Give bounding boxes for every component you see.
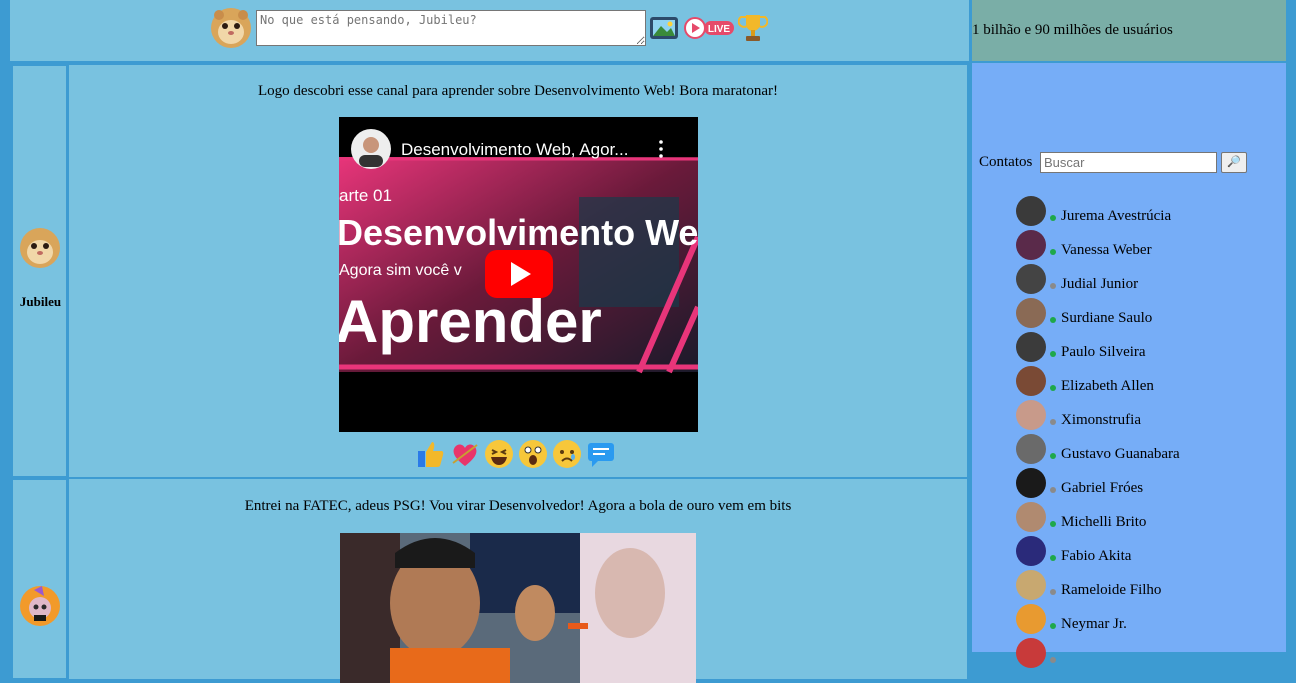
laugh-icon[interactable] — [484, 439, 514, 469]
online-status-icon — [1050, 351, 1056, 357]
contact-item[interactable]: Jurema Avestrúcia — [1016, 196, 1276, 230]
video-headline-1: Desenvolvimento Web — [339, 212, 698, 253]
sad-icon[interactable] — [552, 439, 582, 469]
contact-avatar — [1016, 196, 1046, 226]
contacts-search-input[interactable] — [1040, 152, 1217, 173]
post-photo[interactable] — [340, 533, 696, 683]
live-label: LIVE — [708, 24, 731, 35]
feed: Jubileu Logo descobri esse canal para ap… — [10, 63, 969, 683]
contact-avatar — [1016, 604, 1046, 634]
video-embed[interactable]: arte 01 Desenvolvimento Web Agora sim vo… — [339, 117, 698, 432]
offline-status-icon — [1050, 283, 1056, 289]
contact-item[interactable]: Paulo Silveira — [1016, 332, 1276, 366]
post-author-cell: Jubileu — [12, 65, 67, 477]
contact-item[interactable]: Ximonstrufia — [1016, 400, 1276, 434]
heart-icon[interactable] — [450, 439, 480, 469]
trophy-icon[interactable] — [738, 12, 768, 44]
like-icon[interactable] — [416, 439, 446, 469]
author-avatar[interactable] — [20, 586, 60, 626]
post-author-cell — [12, 479, 67, 679]
contact-name: Judial Junior — [1061, 276, 1139, 292]
user-count: 1 bilhão e 90 milhões de usuários — [972, 22, 1173, 38]
contact-name: Rameloide Filho — [1061, 582, 1162, 598]
video-title: Desenvolvimento Web, Agor... — [401, 140, 628, 159]
author-avatar[interactable] — [20, 228, 60, 268]
post-text: Logo descobri esse canal para aprender s… — [258, 83, 778, 99]
contact-name: Michelli Brito — [1061, 514, 1147, 530]
live-icon[interactable]: LIVE — [684, 17, 736, 39]
comment-icon[interactable] — [586, 439, 616, 469]
online-status-icon — [1050, 385, 1056, 391]
contact-name: Vanessa Weber — [1061, 242, 1152, 258]
online-status-icon — [1050, 521, 1056, 527]
post-content-cell: Entrei na FATEC, adeus PSG! Vou virar De… — [69, 479, 967, 683]
contact-name: Gabriel Fróes — [1061, 480, 1144, 496]
contact-avatar — [1016, 434, 1046, 464]
contact-item[interactable]: Rameloide Filho — [1016, 570, 1276, 604]
video-badge: arte 01 — [339, 186, 392, 205]
online-status-icon — [1050, 215, 1056, 221]
offline-status-icon — [1050, 589, 1056, 595]
post-text: Entrei na FATEC, adeus PSG! Vou virar De… — [244, 498, 792, 514]
contact-name: Ximonstrufia — [1061, 412, 1141, 428]
wow-icon[interactable] — [518, 439, 548, 469]
contact-item[interactable]: Surdiane Saulo — [1016, 298, 1276, 332]
photo-icon[interactable] — [649, 14, 681, 42]
post-content-cell: Logo descobri esse canal para aprender s… — [69, 65, 967, 477]
top-bar: LIVE — [10, 0, 969, 61]
online-status-icon — [1050, 249, 1056, 255]
reaction-bar — [416, 439, 626, 471]
video-headline-3: Aprender — [339, 288, 602, 355]
contact-avatar — [1016, 502, 1046, 532]
contact-name: Fabio Akita — [1061, 548, 1132, 564]
contact-item[interactable]: Michelli Brito — [1016, 502, 1276, 536]
contact-name: Surdiane Saulo — [1061, 310, 1153, 326]
online-status-icon — [1050, 453, 1056, 459]
contact-avatar — [1016, 366, 1046, 396]
contacts-label: Contatos — [979, 154, 1033, 170]
contact-item[interactable]: Vanessa Weber — [1016, 230, 1276, 264]
contact-item[interactable]: Elizabeth Allen — [1016, 366, 1276, 400]
contact-avatar — [1016, 264, 1046, 294]
contact-name: Paulo Silveira — [1061, 344, 1146, 360]
contact-item[interactable]: Judial Junior — [1016, 264, 1276, 298]
contact-name: Jurema Avestrúcia — [1061, 208, 1172, 224]
contacts-sidebar: Contatos 🔎 Jurema Avestrúcia Vanessa Webe… — [972, 63, 1286, 668]
contact-item[interactable] — [1016, 638, 1276, 672]
profile-avatar[interactable] — [211, 8, 251, 48]
offline-status-icon — [1050, 419, 1056, 425]
user-count-panel: 1 bilhão e 90 milhões de usuários — [972, 0, 1286, 61]
contact-item[interactable]: Neymar Jr. — [1016, 604, 1276, 638]
online-status-icon — [1050, 317, 1056, 323]
contact-avatar — [1016, 400, 1046, 430]
contact-avatar — [1016, 536, 1046, 566]
contact-avatar — [1016, 468, 1046, 498]
online-status-icon — [1050, 555, 1056, 561]
search-button[interactable]: 🔎 — [1221, 152, 1247, 173]
contact-avatar — [1016, 570, 1046, 600]
post: Entrei na FATEC, adeus PSG! Vou virar De… — [10, 479, 969, 683]
offline-status-icon — [1050, 487, 1056, 493]
contact-item[interactable]: Gabriel Fróes — [1016, 468, 1276, 502]
contact-avatar — [1016, 332, 1046, 362]
contact-avatar — [1016, 638, 1046, 668]
contact-item[interactable]: Gustavo Guanabara — [1016, 434, 1276, 468]
video-thumbnail: arte 01 Desenvolvimento Web Agora sim vo… — [339, 117, 698, 374]
post: Jubileu Logo descobri esse canal para ap… — [10, 65, 969, 477]
author-name[interactable]: Jubileu — [13, 294, 68, 310]
offline-status-icon — [1050, 657, 1056, 663]
contact-avatar — [1016, 230, 1046, 260]
contact-name: Neymar Jr. — [1061, 616, 1127, 632]
online-status-icon — [1050, 623, 1056, 629]
contact-avatar — [1016, 298, 1046, 328]
contact-name: Elizabeth Allen — [1061, 378, 1154, 394]
video-headline-2: Agora sim você v — [339, 262, 462, 279]
contact-name: Gustavo Guanabara — [1061, 446, 1180, 462]
contact-item[interactable]: Fabio Akita — [1016, 536, 1276, 570]
status-input[interactable] — [256, 10, 646, 46]
